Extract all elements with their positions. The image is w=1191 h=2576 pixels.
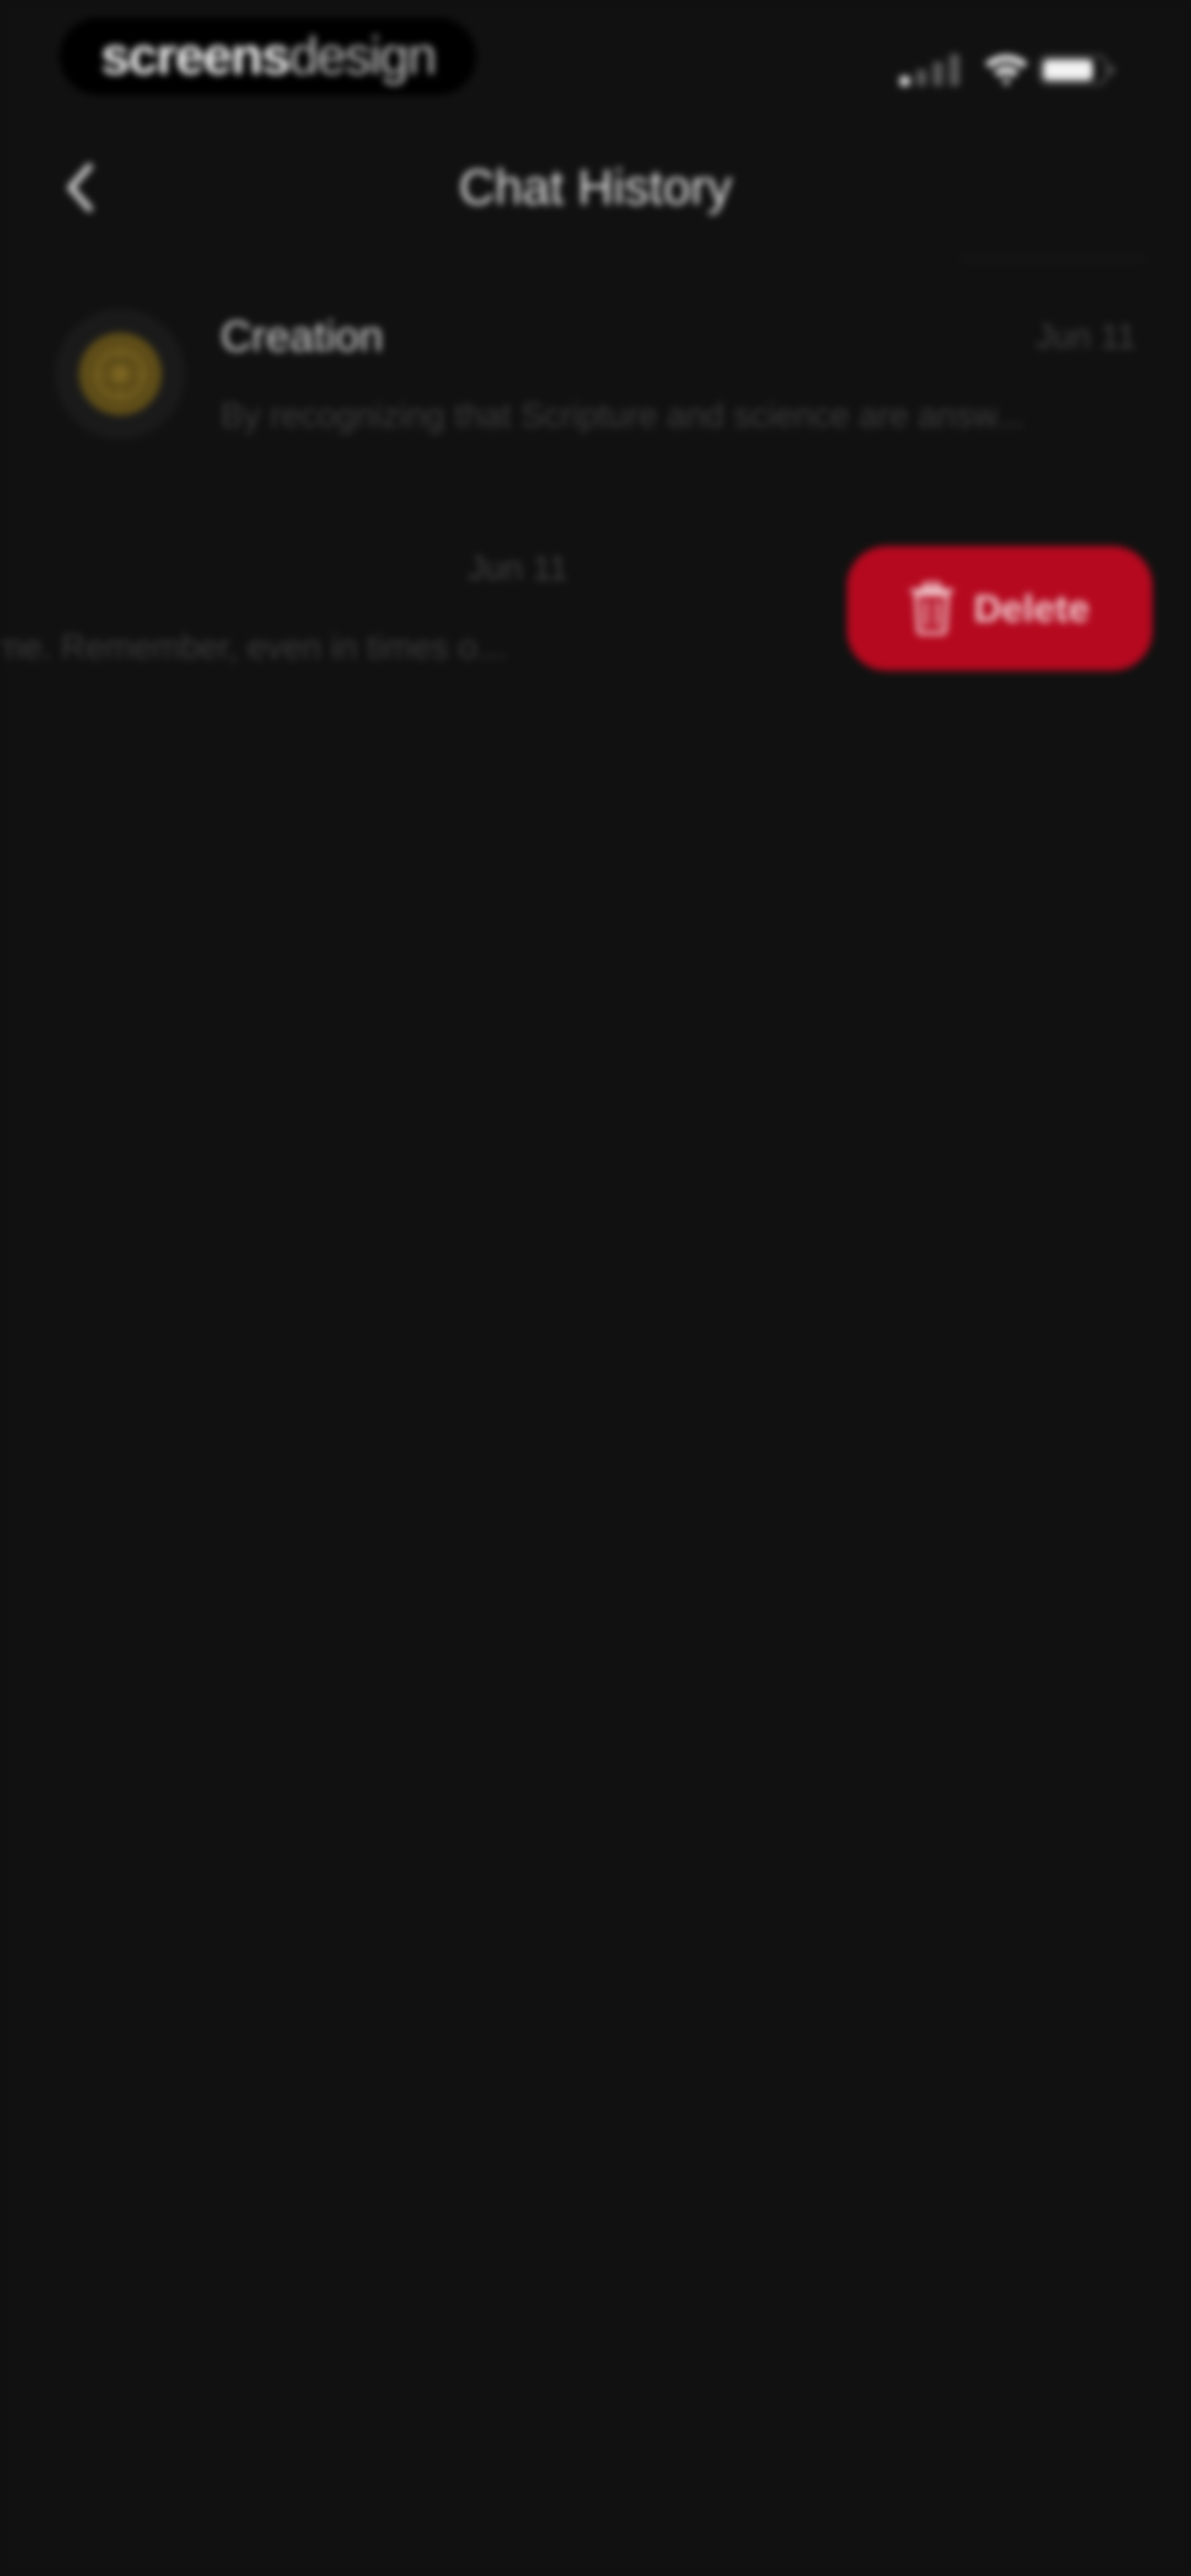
chat-list-item-creation[interactable]: Creation Jun 11 By recognizing that Scri… [0,287,1191,452]
chat-date: Jun 11 [1036,318,1136,356]
nav-bar: Chat History [0,132,1191,260]
chat-preview: most welcome. Remember, even in times o.… [0,628,506,666]
chat-list-item-swiped[interactable]: nything Jun 11 most welcome. Remember, e… [0,519,811,684]
signal-icon [900,53,966,86]
delete-button[interactable]: Delete [847,546,1152,671]
status-bar: screensdesign [0,0,1191,110]
brand-text-light: design [289,26,437,85]
brand-text: screensdesign [101,30,437,83]
status-icons [893,50,1125,88]
brand-logo: screensdesign [60,18,476,95]
wifi-icon [981,50,1031,88]
page-title: Chat History [459,160,732,215]
brand-text-bold: screens [100,26,291,85]
nav-divider [959,258,1147,260]
trash-icon [910,582,954,635]
chat-avatar [55,309,185,439]
chat-date: Jun 11 [468,549,568,587]
chat-title: Creation [221,312,383,360]
chat-preview: By recognizing that Scripture and scienc… [221,397,1024,435]
delete-label: Delete [973,587,1090,630]
battery-icon [1039,55,1116,85]
emblem-icon [79,333,162,415]
chat-history-screen: screensdesign Chat History Creation Jun … [0,0,1191,2576]
